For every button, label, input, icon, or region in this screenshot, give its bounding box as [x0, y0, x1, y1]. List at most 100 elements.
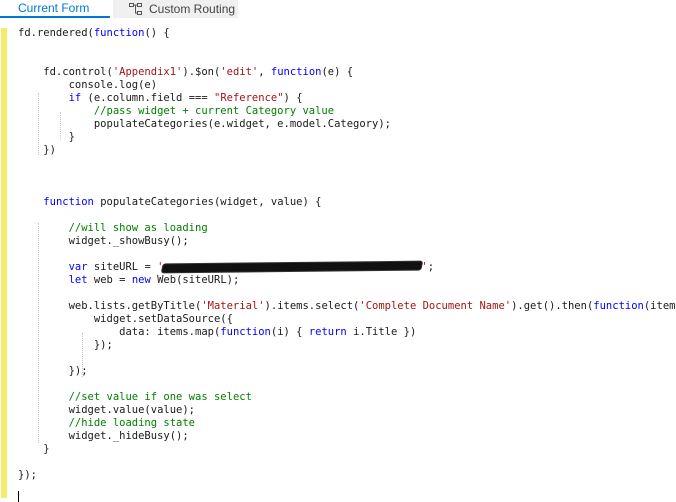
code-token: Web(siteURL); [150, 274, 240, 286]
tab-current-form[interactable]: Current Form [0, 0, 110, 18]
code-token: ).$on( [182, 66, 221, 78]
code-token: 'Complete Document Name' [359, 300, 512, 312]
code-token: //hide loading state [68, 417, 196, 429]
code-token: , [258, 66, 271, 78]
code-token: console.log(e) [18, 79, 158, 91]
code-line: fd.control('Appendix1').$on('edit', func… [18, 66, 676, 79]
code-line: data: items.map(function(i) { return i.T… [18, 326, 676, 339]
code-line: } [18, 443, 676, 456]
code-token: function [220, 326, 271, 338]
code-token: function [270, 66, 322, 78]
code-line: }) [18, 144, 676, 157]
code-line: fd.rendered(function() { [18, 27, 676, 40]
code-line: function populateCategories(widget, valu… [18, 196, 676, 209]
code-token: } [18, 443, 50, 455]
code-line: widget.setDataSource({ [18, 313, 676, 326]
code-token: function [93, 27, 145, 39]
code-line: widget._showBusy(); [18, 235, 676, 248]
code-token: "Reference" [214, 92, 284, 104]
code-token: web.lists.getByTitle( [18, 300, 202, 312]
code-token: fd.control( [18, 66, 113, 78]
code-token: }); [18, 339, 113, 351]
code-token: web = [87, 274, 132, 286]
code-line: var siteURL = ' '; [18, 261, 676, 274]
code-line: if (e.column.field === "Reference") { [18, 92, 676, 105]
code-token: i.Title }) [346, 326, 417, 338]
code-token: return [308, 326, 347, 338]
code-token: (e.column.field === [81, 92, 214, 104]
code-line: web.lists.getByTitle('Material').items.s… [18, 300, 676, 313]
code-text[interactable]: fd.rendered(function() { fd.control('App… [18, 27, 676, 482]
code-token: (items) { [643, 300, 676, 312]
code-line: } [18, 131, 676, 144]
code-token: var [68, 261, 88, 273]
code-token: ) { [283, 92, 303, 104]
code-line: //hide loading state [18, 417, 676, 430]
code-line: }); [18, 365, 676, 378]
code-line: widget.value(value); [18, 404, 676, 417]
code-token: widget._hideBusy(); [18, 430, 189, 442]
code-token: }) [18, 144, 56, 156]
code-token: widget.value(value); [18, 404, 196, 416]
text-cursor [18, 491, 19, 502]
code-token: (i) { [270, 326, 309, 338]
code-line: console.log(e) [18, 79, 676, 92]
code-token: 'edit' [220, 66, 259, 78]
code-token: fd.rendered( [18, 27, 94, 39]
code-token: 'Material' [201, 300, 265, 312]
code-token: data: items.map( [18, 326, 221, 338]
code-token: }); [18, 365, 88, 377]
code-token: ).items.select( [264, 300, 360, 312]
code-token: ).get().then( [511, 300, 594, 312]
code-token: () { [144, 27, 170, 39]
code-line: }); [18, 339, 676, 352]
code-token: //pass widget + current Category value [93, 105, 335, 117]
code-token: populateCategories(e.widget, e.model.Cat… [18, 118, 391, 130]
code-token: widget.setDataSource({ [18, 313, 233, 325]
code-line: }); [18, 469, 676, 482]
code-token: siteURL = [87, 261, 158, 273]
code-editor[interactable]: fd.rendered(function() { fd.control('App… [0, 18, 676, 502]
code-token: ; [427, 261, 435, 273]
code-token: widget._showBusy(); [18, 235, 189, 247]
code-token: 'Appendix1' [112, 66, 183, 78]
routing-flow-icon [129, 3, 142, 15]
code-token: new [131, 274, 151, 286]
code-token: //set value if one was select [68, 391, 252, 403]
code-token: let [68, 274, 88, 286]
tab-custom-routing-label: Custom Routing [149, 2, 236, 16]
code-line: //set value if one was select [18, 391, 676, 404]
code-token: function [593, 300, 644, 312]
code-token: } [18, 131, 75, 143]
code-line: let web = new Web(siteURL); [18, 274, 676, 287]
code-line: //pass widget + current Category value [18, 105, 676, 118]
code-token: function [43, 196, 94, 208]
tab-custom-routing[interactable]: Custom Routing [113, 0, 238, 18]
code-line: populateCategories(e.widget, e.model.Cat… [18, 118, 676, 131]
tab-bar: Current Form Custom Routing [0, 0, 676, 18]
redacted-url [162, 261, 423, 273]
code-token: populateCategories(widget, value) { [93, 196, 322, 208]
code-token: if [68, 92, 82, 104]
code-token: //will show as loading [68, 222, 208, 234]
code-line: //will show as loading [18, 222, 676, 235]
code-token: (e) { [321, 66, 354, 78]
